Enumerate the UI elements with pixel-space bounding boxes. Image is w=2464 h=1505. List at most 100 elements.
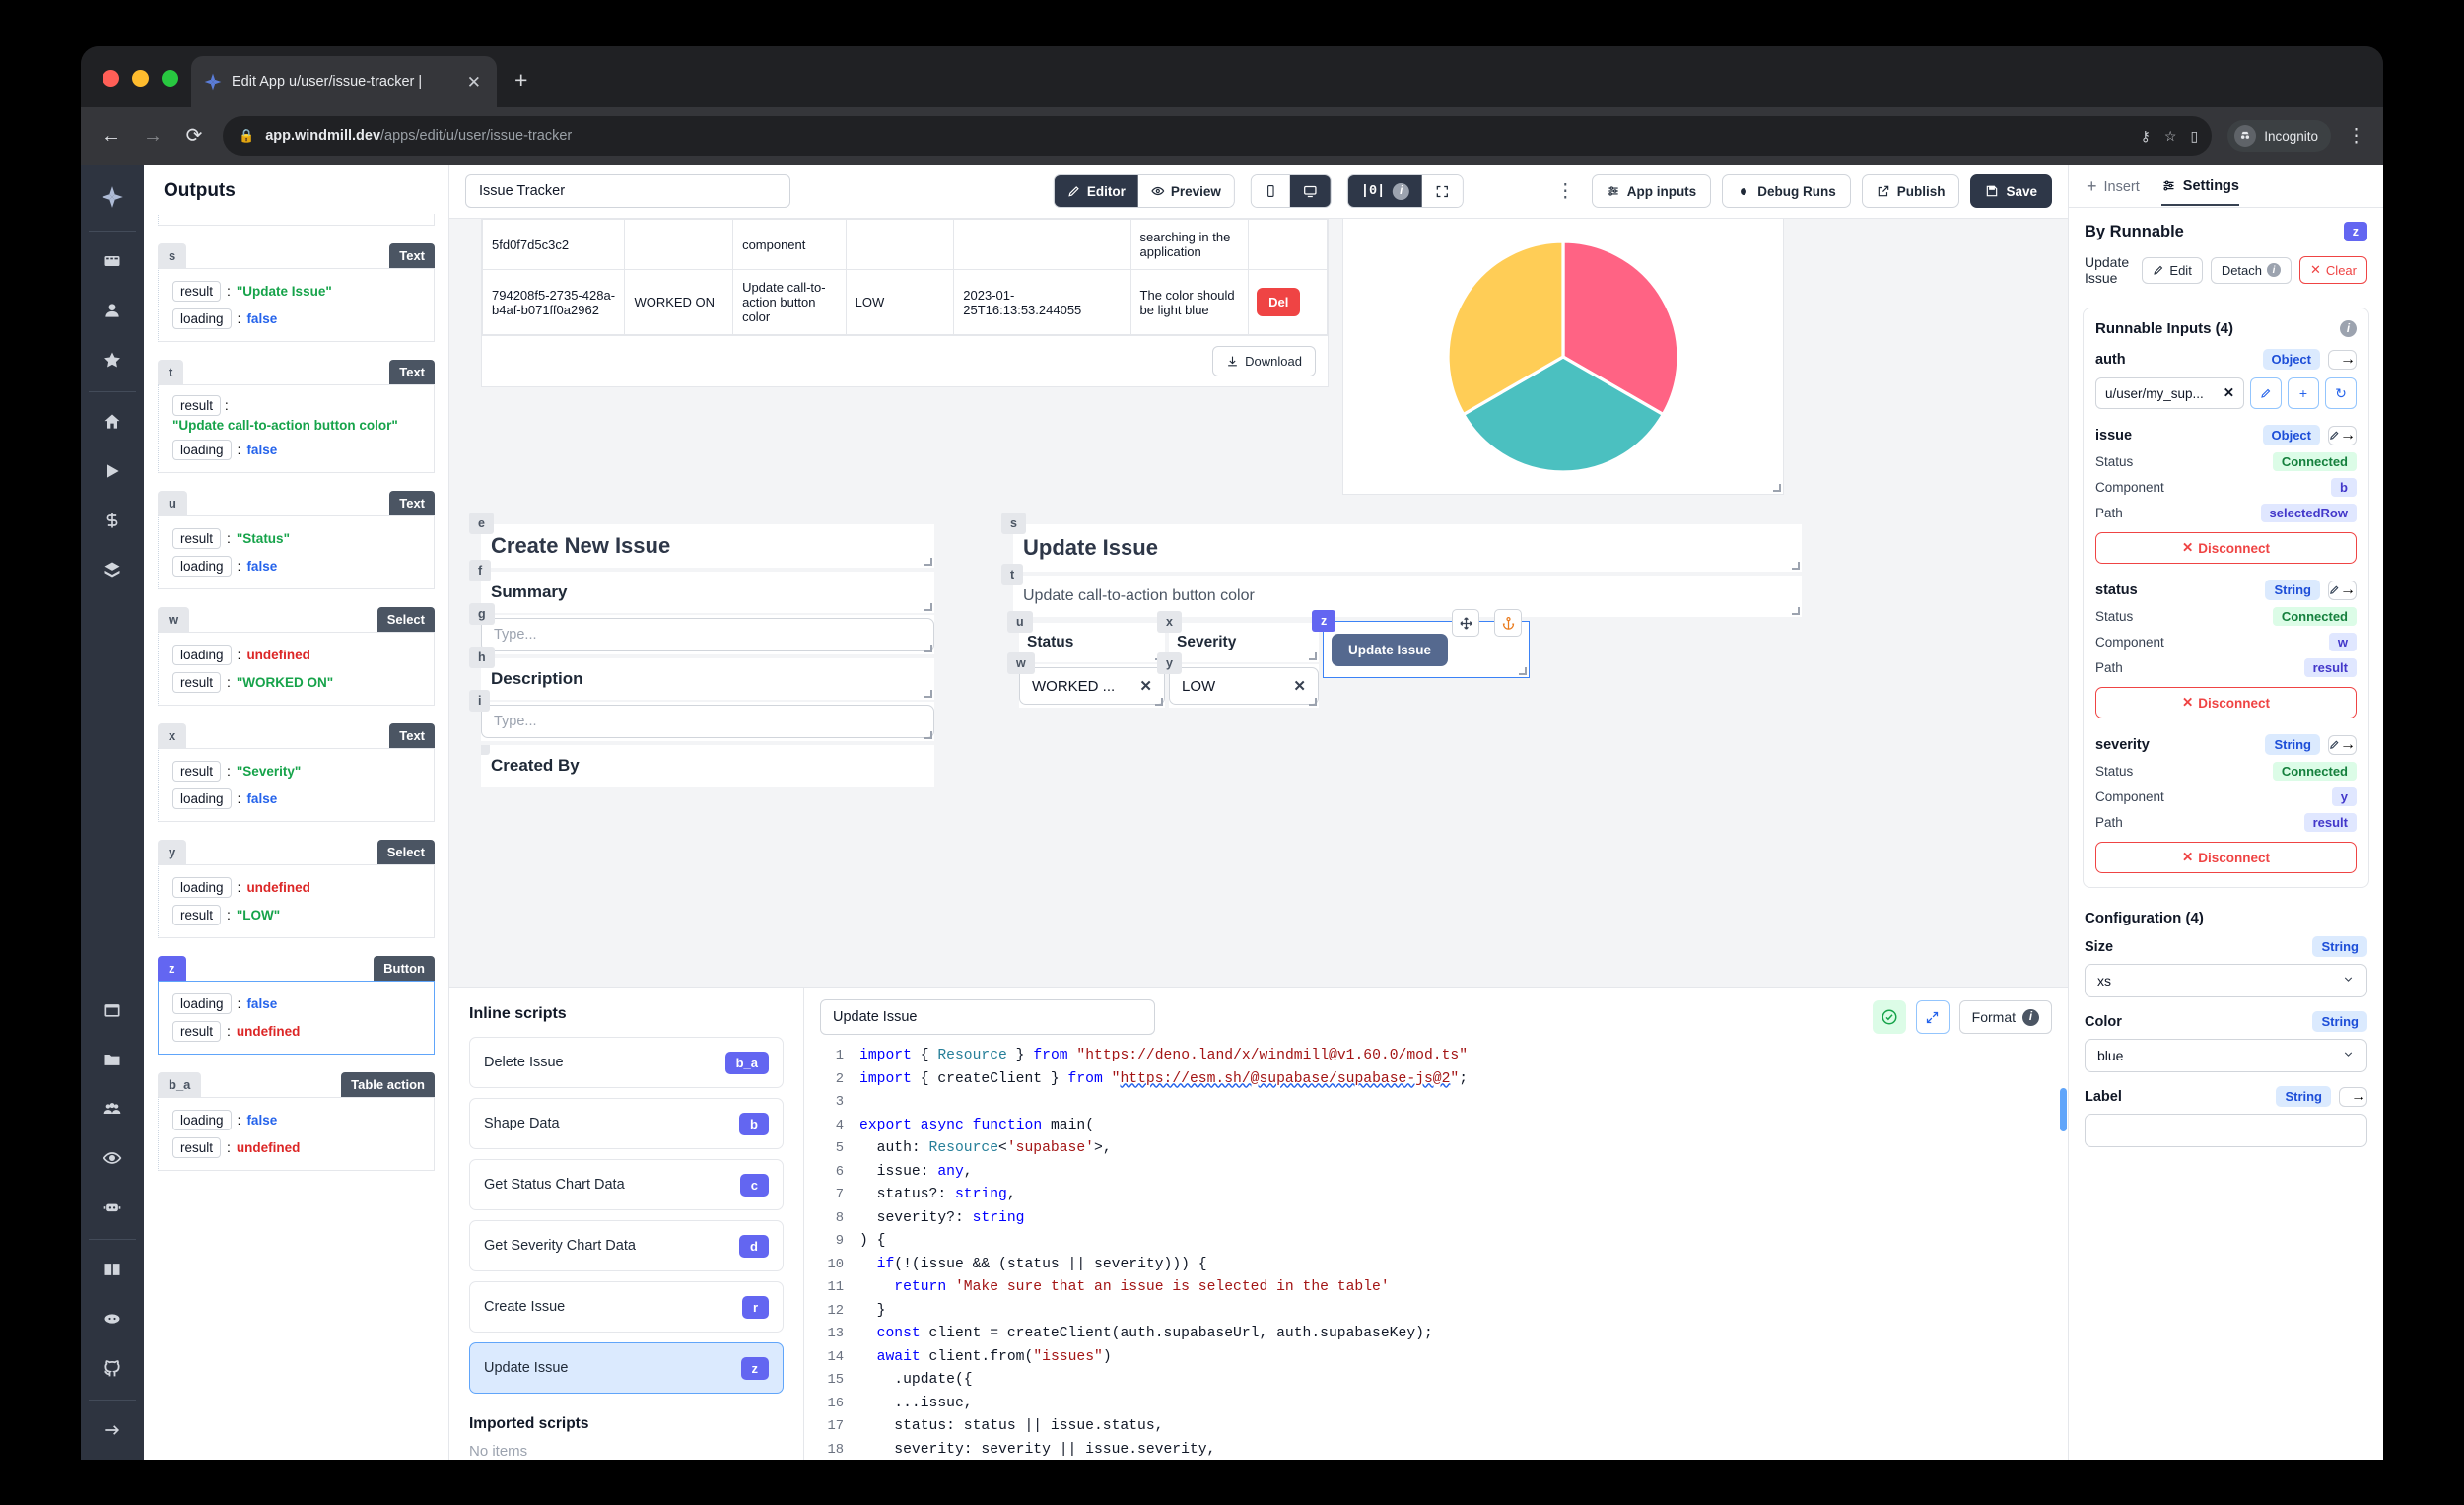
audit-eye-icon[interactable] — [93, 1138, 132, 1178]
severity-select[interactable]: LOW ✕ — [1169, 667, 1319, 705]
output-component-id[interactable]: y — [158, 840, 187, 864]
connect-mode-button[interactable]: → — [2340, 581, 2356, 599]
output-component-id[interactable]: z — [158, 956, 186, 981]
status-label-component[interactable]: u Status — [1007, 611, 1165, 662]
resize-handle[interactable] — [1773, 484, 1781, 492]
script-item-update-issue[interactable]: Update Issue z — [469, 1342, 784, 1394]
input-mode-toggle-issue[interactable]: → — [2328, 425, 2357, 445]
component-handle-j[interactable]: j — [481, 745, 491, 755]
resize-handle[interactable] — [1792, 562, 1800, 570]
component-handle-w[interactable]: w — [1007, 652, 1035, 674]
static-mode-button[interactable] — [2329, 736, 2340, 754]
update-issue-title-component[interactable]: s Update Issue — [1001, 513, 1802, 572]
resize-handle[interactable] — [1309, 698, 1317, 706]
description-input-component[interactable]: i Type... — [469, 690, 934, 741]
variables-dollar-icon[interactable] — [93, 501, 132, 540]
tab-preview[interactable]: Preview — [1137, 175, 1234, 207]
workspace-icon[interactable] — [93, 241, 132, 281]
output-card-z[interactable]: z Button loading: false result: undefine… — [158, 956, 435, 1055]
viewport-toggle[interactable] — [1250, 174, 1332, 208]
resize-handle[interactable] — [924, 645, 932, 652]
static-mode-button[interactable] — [2329, 427, 2340, 445]
component-handle-g[interactable]: g — [469, 603, 495, 625]
folders-icon[interactable] — [93, 1040, 132, 1079]
input-mode-toggle-severity[interactable]: → — [2328, 734, 2357, 755]
sidepanel-icon[interactable]: ▯ — [2190, 128, 2198, 145]
publish-button[interactable]: Publish — [1861, 174, 1960, 208]
connect-mode-button[interactable]: → — [2340, 427, 2356, 445]
disconnect-severity-button[interactable]: ✕ Disconnect — [2095, 842, 2357, 873]
output-card-x[interactable]: x Text result: "Severity" loading: false — [158, 723, 435, 822]
resources-icon[interactable] — [93, 550, 132, 589]
favorites-star-icon[interactable] — [93, 340, 132, 379]
static-mode-button[interactable] — [2340, 1088, 2351, 1106]
tab-editor[interactable]: Editor — [1054, 175, 1138, 207]
window-controls[interactable] — [103, 70, 178, 87]
output-card-w[interactable]: w Select loading: undefined result: "WOR… — [158, 607, 435, 706]
output-component-id[interactable]: x — [158, 723, 187, 748]
output-component-id[interactable]: w — [158, 607, 190, 632]
config-color-select[interactable]: blue — [2085, 1039, 2367, 1072]
clear-runnable-button[interactable]: ✕ Clear — [2299, 256, 2367, 284]
script-item-shape-data[interactable]: Shape Data b — [469, 1098, 784, 1149]
bookmark-star-icon[interactable]: ☆ — [2164, 128, 2177, 145]
static-mode-button[interactable] — [2329, 581, 2340, 599]
severity-label-component[interactable]: x Severity — [1157, 611, 1319, 662]
browser-tab[interactable]: Edit App u/user/issue-tracker | ✕ — [191, 56, 497, 107]
info-icon[interactable]: i — [2022, 1008, 2039, 1026]
clear-severity-icon[interactable]: ✕ — [1293, 677, 1306, 695]
back-icon[interactable]: ← — [99, 126, 124, 146]
new-tab-button[interactable]: + — [514, 69, 527, 92]
anchor-component-button[interactable] — [1494, 609, 1522, 637]
static-mode-button[interactable] — [2329, 351, 2340, 369]
component-handle-z[interactable]: z — [1312, 610, 1336, 632]
runs-play-icon[interactable] — [93, 451, 132, 491]
groups-icon[interactable] — [93, 1089, 132, 1129]
home-icon[interactable] — [93, 402, 132, 442]
detach-runnable-button[interactable]: Detach i — [2210, 256, 2293, 284]
output-component-id[interactable]: b_a — [158, 1072, 202, 1097]
check-circle-icon[interactable] — [1872, 1000, 1906, 1034]
component-debug-button[interactable]: |0| i — [1347, 175, 1423, 207]
address-bar[interactable]: 🔒 app.windmill.dev/apps/edit/u/user/issu… — [223, 116, 2213, 156]
more-options-icon[interactable]: ⋮ — [1550, 182, 1581, 201]
disconnect-issue-button[interactable]: ✕ Disconnect — [2095, 532, 2357, 564]
desktop-view-button[interactable] — [1289, 175, 1331, 207]
config-label-mode-toggle[interactable]: → — [2339, 1086, 2367, 1107]
table-row[interactable]: 5fd0f7d5c3c2 component searching in the … — [481, 219, 1328, 270]
summary-label-component[interactable]: f Summary — [469, 560, 934, 613]
output-card-s[interactable]: s Text result: "Update Issue" loading: f… — [158, 243, 435, 342]
script-item-get-severity-chart-data[interactable]: Get Severity Chart Data d — [469, 1220, 784, 1271]
output-card-partial[interactable]: result : undefined — [158, 214, 435, 226]
resize-handle[interactable] — [924, 731, 932, 739]
input-mode-toggle-auth[interactable]: → — [2328, 349, 2357, 370]
delete-issue-button[interactable]: Del — [1257, 288, 1301, 316]
add-resource-button[interactable]: + — [2288, 377, 2319, 409]
editor-preview-toggle[interactable]: Editor Preview — [1053, 174, 1235, 208]
output-card-u[interactable]: u Text result: "Status" loading: false — [158, 491, 435, 589]
component-handle-x[interactable]: x — [1157, 611, 1182, 633]
debug-runs-button[interactable]: Debug Runs — [1722, 174, 1851, 208]
description-label-component[interactable]: h Description — [469, 647, 934, 700]
auth-resource-field[interactable]: u/user/my_sup... ✕ — [2095, 377, 2244, 409]
component-handle-h[interactable]: h — [469, 647, 495, 668]
close-tab-icon[interactable]: ✕ — [463, 72, 485, 93]
edit-runnable-button[interactable]: Edit — [2142, 256, 2203, 284]
cell-action[interactable]: Del — [1248, 269, 1328, 335]
component-handle-i[interactable]: i — [469, 690, 491, 712]
summary-input-component[interactable]: g Type... — [469, 603, 934, 654]
component-handle-y[interactable]: y — [1157, 652, 1182, 674]
output-component-id[interactable]: u — [158, 491, 187, 515]
mobile-view-button[interactable] — [1251, 175, 1290, 207]
code-area[interactable]: import { Resource } from "https://deno.l… — [804, 1045, 2068, 1460]
output-card-y[interactable]: y Select loading: undefined result: "LOW… — [158, 840, 435, 938]
app-canvas[interactable]: 5fd0f7d5c3c2 component searching in the … — [449, 219, 2068, 987]
info-icon[interactable]: i — [2340, 320, 2357, 337]
discord-icon[interactable] — [93, 1299, 132, 1338]
script-item-create-issue[interactable]: Create Issue r — [469, 1281, 784, 1333]
script-item-delete-issue[interactable]: Delete Issue b_a — [469, 1037, 784, 1088]
script-name-input[interactable]: Update Issue — [820, 999, 1155, 1035]
resize-handle[interactable] — [1155, 698, 1163, 706]
resize-handle[interactable] — [924, 558, 932, 566]
connect-mode-button[interactable]: → — [2351, 1088, 2366, 1106]
